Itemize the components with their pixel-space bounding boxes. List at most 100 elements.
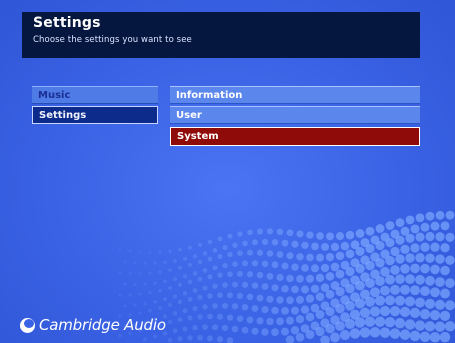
menu-item-settings[interactable]: Settings — [32, 106, 158, 124]
background-dot — [301, 241, 309, 250]
background-dot — [192, 288, 198, 293]
background-dot — [435, 232, 445, 242]
background-dot — [345, 230, 355, 240]
background-dot — [395, 274, 405, 284]
background-dot — [257, 228, 263, 235]
background-dot — [207, 313, 213, 320]
background-dot — [276, 317, 284, 326]
background-dot — [133, 303, 137, 307]
background-dot — [187, 335, 193, 341]
background-dot — [384, 295, 396, 306]
background-dot — [355, 246, 365, 256]
background-dot — [315, 326, 325, 337]
background-dot — [187, 279, 193, 285]
background-dot — [242, 260, 248, 267]
background-dot — [227, 233, 233, 239]
background-dot — [226, 337, 234, 343]
background-dot — [430, 242, 440, 252]
background-dot — [365, 243, 375, 254]
background-dot — [286, 229, 294, 237]
background-dot — [237, 231, 243, 237]
background-dot — [256, 249, 264, 256]
background-dot — [420, 286, 430, 297]
background-dot — [296, 253, 304, 261]
background-dot — [435, 254, 445, 264]
background-dot — [226, 314, 234, 321]
background-dot — [330, 332, 340, 343]
background-dot — [409, 330, 421, 342]
background-dot — [266, 317, 274, 326]
background-dot — [385, 238, 395, 248]
background-dot — [315, 273, 325, 283]
background-dot — [143, 282, 147, 286]
background-dot — [370, 287, 380, 298]
background-dot — [251, 260, 259, 267]
background-dot — [385, 221, 395, 230]
background-dot — [394, 318, 406, 329]
background-dot — [375, 224, 385, 233]
background-dot — [375, 276, 385, 286]
menu-item-music[interactable]: Music — [32, 86, 158, 104]
background-dot — [217, 292, 223, 299]
background-dot — [429, 331, 441, 343]
background-dot — [440, 265, 450, 276]
background-dot — [167, 337, 173, 343]
background-dot — [285, 316, 295, 325]
background-dot — [286, 274, 294, 283]
background-dot — [207, 274, 213, 280]
background-dot — [315, 292, 325, 302]
background-dot — [430, 287, 440, 298]
background-dot — [280, 327, 290, 336]
background-dot — [158, 250, 162, 254]
background-dot — [118, 293, 122, 297]
background-dot — [335, 286, 345, 297]
background-dot — [143, 302, 147, 306]
background-dot — [374, 295, 386, 306]
background-dot — [394, 295, 406, 306]
submenu-item-user[interactable]: User — [170, 106, 420, 124]
background-dot — [211, 324, 219, 331]
background-dot — [345, 283, 355, 294]
background-dot — [405, 215, 415, 225]
background-dot — [172, 311, 178, 316]
background-dot — [123, 304, 127, 308]
background-dot — [435, 210, 445, 220]
background-dot — [379, 327, 391, 338]
background-dot — [424, 298, 436, 309]
background-dot — [202, 324, 208, 331]
background-dot — [118, 271, 122, 275]
background-dot — [439, 310, 451, 321]
background-dot — [133, 283, 137, 286]
background-dot — [385, 255, 395, 266]
submenu-item-system[interactable]: System — [170, 127, 420, 146]
background-dot — [420, 242, 430, 252]
background-dot — [202, 268, 208, 273]
submenu-item-information[interactable]: Information — [170, 86, 420, 104]
background-dot — [128, 249, 132, 253]
background-dot — [133, 261, 137, 264]
background-dot — [419, 331, 431, 343]
background-dot — [221, 324, 229, 332]
background-dot — [188, 245, 192, 250]
background-dot — [419, 308, 431, 320]
background-dot — [271, 261, 279, 269]
background-dot — [173, 259, 177, 263]
background-dot — [177, 282, 183, 287]
background-dot — [247, 229, 253, 236]
background-dot — [434, 299, 446, 310]
background-dot — [271, 239, 279, 246]
background-dot — [241, 303, 249, 311]
background-dot — [285, 335, 295, 343]
background-dot — [415, 232, 425, 242]
header-bar: Settings Choose the settings you want to… — [22, 12, 420, 58]
background-dot — [251, 327, 259, 335]
background-dot — [148, 290, 152, 295]
background-dot — [354, 298, 366, 309]
background-dot — [290, 306, 300, 315]
background-dot — [138, 250, 142, 254]
background-dot — [118, 248, 122, 252]
background-dot — [227, 251, 233, 258]
background-dot — [290, 326, 300, 335]
background-dot — [311, 242, 319, 251]
background-dot — [305, 294, 315, 303]
